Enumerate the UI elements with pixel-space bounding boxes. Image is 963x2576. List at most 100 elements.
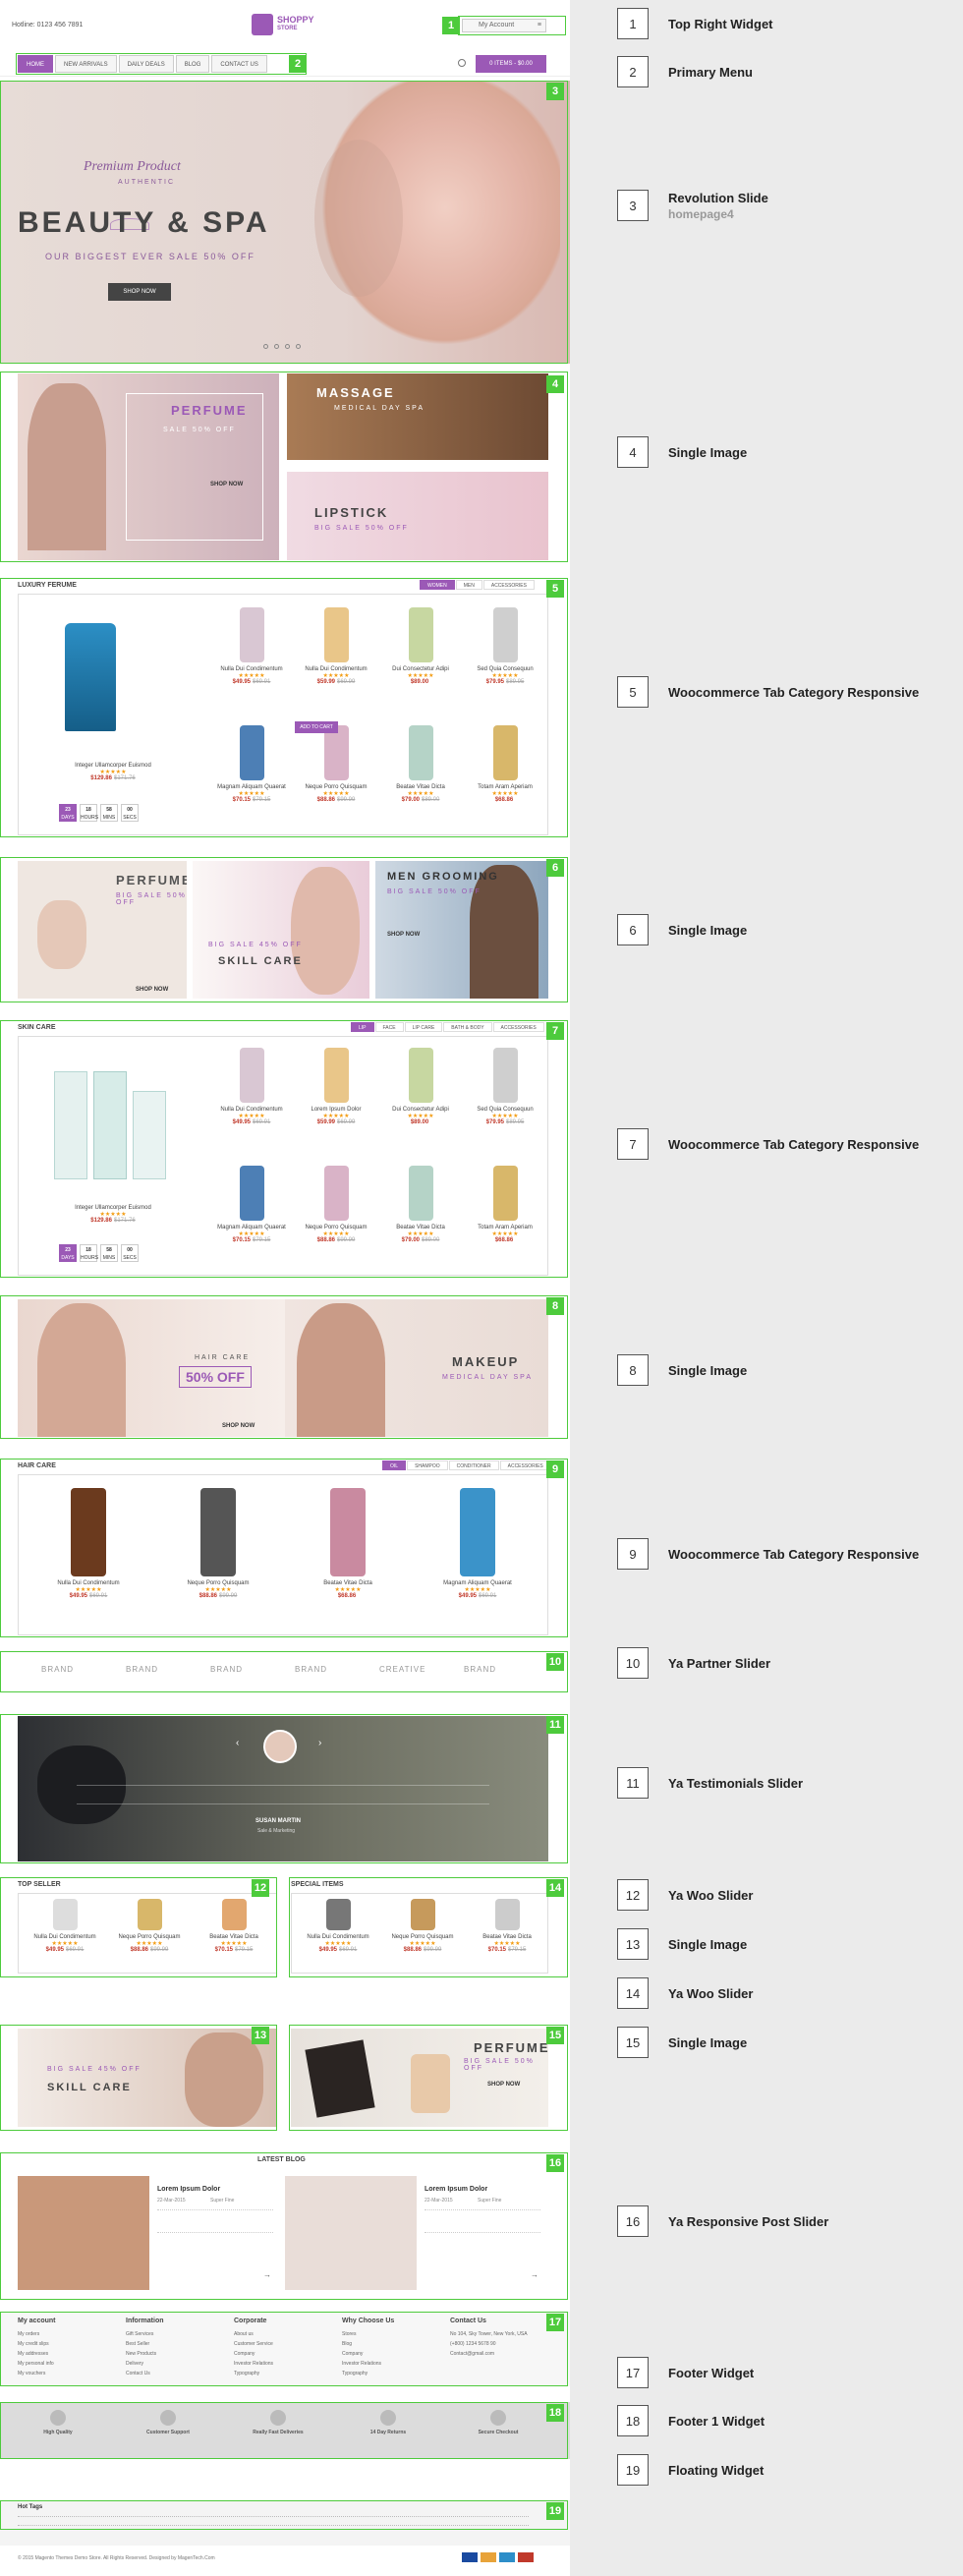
copyright: © 2015 Magento Themes Demo Store. All Ri… — [18, 2555, 215, 2561]
page-preview: Hotline: 0123 456 7891 SHOPPY STORE My A… — [0, 0, 570, 2576]
widget-outline-14 — [289, 1877, 568, 1977]
legend-item: 17 Footer Widget — [617, 2357, 754, 2388]
legend-label-wrap: Revolution Slide homepage4 — [668, 191, 768, 221]
marker-10: 10 — [546, 1653, 564, 1671]
legend-label: Ya Testimonials Slider — [668, 1775, 804, 1791]
marker-18: 18 — [546, 2404, 564, 2422]
marker-4: 4 — [546, 375, 564, 393]
widget-outline-2 — [16, 53, 307, 75]
legend-number: 15 — [617, 2027, 649, 2058]
amex-icon — [518, 2552, 534, 2562]
widget-outline-3 — [0, 81, 568, 364]
legend-label: Single Image — [668, 1362, 748, 1378]
legend-item: 2 Primary Menu — [617, 56, 753, 87]
widget-outline-7 — [0, 1020, 568, 1278]
legend-number: 6 — [617, 914, 649, 945]
legend-item: 13 Single Image — [617, 1928, 747, 1960]
legend-label: Revolution Slide — [668, 190, 768, 205]
legend-label: Single Image — [668, 444, 748, 460]
legend-label-wrap: Single Image — [668, 1363, 747, 1378]
legend-label-wrap: Ya Woo Slider — [668, 1986, 753, 2001]
legend-label-wrap: Floating Widget — [668, 2463, 764, 2478]
search-icon[interactable] — [458, 59, 466, 67]
site-logo[interactable]: SHOPPY STORE — [252, 14, 314, 35]
legend-label: Footer Widget — [668, 2365, 755, 2380]
widget-outline-15 — [289, 2025, 568, 2131]
marker-16: 16 — [546, 2154, 564, 2172]
marker-3: 3 — [546, 83, 564, 100]
legend-item: 12 Ya Woo Slider — [617, 1879, 753, 1911]
legend-number: 19 — [617, 2454, 649, 2486]
logo-text: SHOPPY — [277, 15, 314, 25]
legend-number: 11 — [617, 1767, 649, 1799]
legend-number: 14 — [617, 1977, 649, 2009]
legend-sub: homepage4 — [668, 206, 734, 221]
widget-outline-11 — [0, 1714, 568, 1863]
widget-outline-4 — [0, 372, 568, 562]
marker-1: 1 — [442, 17, 460, 34]
legend-label-wrap: Ya Partner Slider — [668, 1656, 770, 1671]
cart-button[interactable]: 0 ITEMS - $0.00 — [476, 55, 546, 73]
legend-item: 4 Single Image — [617, 436, 747, 468]
legend-number: 5 — [617, 676, 649, 708]
marker-5: 5 — [546, 580, 564, 598]
payment-icons — [462, 2552, 534, 2562]
legend-label: Floating Widget — [668, 2462, 765, 2478]
logo-sub: STORE — [277, 26, 298, 31]
legend-item: 6 Single Image — [617, 914, 747, 945]
marker-9: 9 — [546, 1460, 564, 1478]
visa-icon — [462, 2552, 478, 2562]
marker-6: 6 — [546, 859, 564, 877]
legend-label: Woocommerce Tab Category Responsive — [668, 1136, 920, 1152]
legend-label: Single Image — [668, 1936, 748, 1952]
legend-label: Ya Responsive Post Slider — [668, 2213, 829, 2229]
legend-label-wrap: Single Image — [668, 1937, 747, 1952]
legend-label: Ya Partner Slider — [668, 1655, 771, 1671]
legend-label-wrap: Woocommerce Tab Category Responsive — [668, 1547, 919, 1562]
marker-12: 12 — [252, 1879, 269, 1897]
legend-label-wrap: Primary Menu — [668, 65, 753, 80]
legend-label-wrap: Footer 1 Widget — [668, 2414, 765, 2429]
widget-outline-18 — [0, 2402, 568, 2459]
legend-label: Primary Menu — [668, 64, 753, 80]
hotline-text: Hotline: 0123 456 7891 — [12, 22, 84, 29]
shopping-bag-icon — [252, 14, 273, 35]
legend-label: Single Image — [668, 922, 748, 938]
legend-item: 3 Revolution Slide homepage4 — [617, 190, 768, 221]
legend-label: Footer 1 Widget — [668, 2413, 765, 2429]
marker-17: 17 — [546, 2314, 564, 2331]
legend-label: Single Image — [668, 2034, 748, 2050]
legend-label-wrap: Ya Woo Slider — [668, 1888, 753, 1903]
widget-outline-16 — [0, 2152, 568, 2300]
legend-number: 1 — [617, 8, 649, 39]
legend-item: 18 Footer 1 Widget — [617, 2405, 765, 2436]
legend-label: Ya Woo Slider — [668, 1985, 754, 2001]
legend-number: 2 — [617, 56, 649, 87]
legend-number: 7 — [617, 1128, 649, 1160]
legend-item: 7 Woocommerce Tab Category Responsive — [617, 1128, 919, 1160]
legend-label: Ya Woo Slider — [668, 1887, 754, 1903]
legend-label-wrap: Single Image — [668, 2035, 747, 2050]
legend-label: Woocommerce Tab Category Responsive — [668, 1546, 920, 1562]
widget-outline-8 — [0, 1295, 568, 1439]
legend-item: 15 Single Image — [617, 2027, 747, 2058]
legend-item: 19 Floating Widget — [617, 2454, 764, 2486]
widget-outline-19 — [0, 2500, 568, 2530]
marker-8: 8 — [546, 1297, 564, 1315]
legend-label-wrap: Single Image — [668, 923, 747, 938]
legend-item: 14 Ya Woo Slider — [617, 1977, 753, 2009]
marker-14: 14 — [546, 1879, 564, 1897]
legend-number: 3 — [617, 190, 649, 221]
legend-label: Woocommerce Tab Category Responsive — [668, 684, 920, 700]
widget-outline-6 — [0, 857, 568, 1002]
marker-7: 7 — [546, 1022, 564, 1040]
widget-outline-10 — [0, 1651, 568, 1692]
legend-label-wrap: Single Image — [668, 445, 747, 460]
marker-13: 13 — [252, 2027, 269, 2044]
legend-item: 10 Ya Partner Slider — [617, 1647, 770, 1679]
marker-2: 2 — [289, 55, 307, 73]
legend-number: 10 — [617, 1647, 649, 1679]
mastercard-icon — [481, 2552, 496, 2562]
legend-number: 17 — [617, 2357, 649, 2388]
widget-outline-17 — [0, 2312, 568, 2386]
